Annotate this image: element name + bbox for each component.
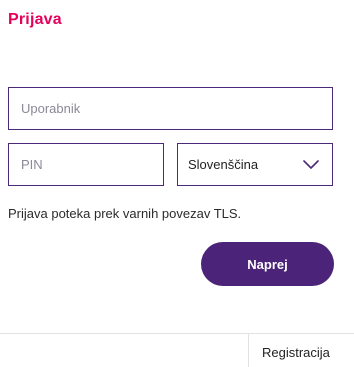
pin-input[interactable] <box>9 144 163 185</box>
username-field-wrapper <box>8 87 333 130</box>
pin-field-wrapper <box>8 143 164 186</box>
next-button[interactable]: Naprej <box>201 242 334 286</box>
tls-note: Prijava poteka prek varnih povezav TLS. <box>8 206 242 221</box>
page-title: Prijava <box>8 11 62 28</box>
language-select-value: Slovenščina <box>188 157 259 172</box>
login-page: Prijava Slovenščina Prijava poteka prek … <box>0 0 354 367</box>
footer-divider-line <box>0 333 354 334</box>
username-input[interactable] <box>9 88 332 129</box>
footer-vertical-divider <box>248 334 249 367</box>
language-select[interactable]: Slovenščina <box>177 143 333 186</box>
register-link[interactable]: Registracija <box>262 345 330 360</box>
chevron-down-icon <box>302 156 320 174</box>
